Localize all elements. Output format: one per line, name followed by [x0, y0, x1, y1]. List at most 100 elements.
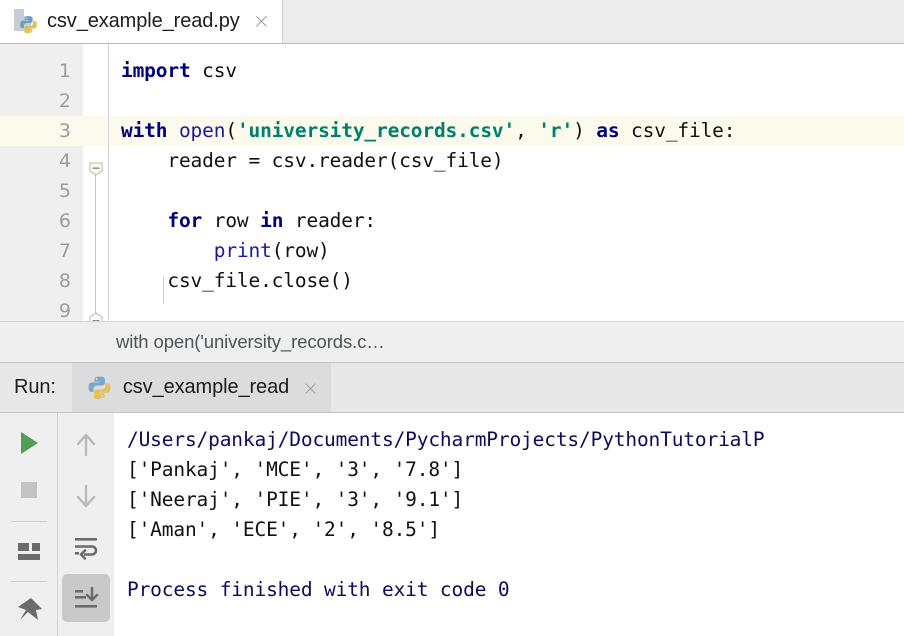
- code-row[interactable]: for row in reader:: [109, 206, 904, 236]
- line-number-gutter: 1 2 3 4 5 6 7 8 9: [0, 44, 83, 321]
- layout-icon: [17, 542, 40, 560]
- code-folding-gutter[interactable]: [83, 44, 109, 321]
- pin-icon: [17, 597, 42, 620]
- code-editor[interactable]: 1 2 3 4 5 6 7 8 9 import csv with open('universit…: [0, 44, 904, 321]
- run-tab-csv-example-read[interactable]: csv_example_read ×: [71, 363, 331, 412]
- editor-tab-strip: csv_example_read.py ×: [0, 0, 904, 44]
- code-line-text: reader = csv.reader(csv_file): [121, 146, 503, 176]
- code-token-pln: (row): [271, 239, 330, 262]
- fold-end-icon[interactable]: [89, 312, 103, 321]
- arrow-up-icon: [76, 433, 96, 457]
- code-line-text: print(row): [121, 236, 330, 266]
- python-icon: [88, 376, 111, 400]
- code-token-pln: csv_file:: [619, 119, 736, 142]
- code-token-fn: print: [213, 239, 272, 262]
- stop-icon: [20, 482, 37, 499]
- line-number: 1: [58, 60, 71, 82]
- code-token-pln: [121, 209, 167, 232]
- editor-tab-close-icon[interactable]: ×: [249, 11, 271, 32]
- console-line: /Users/pankaj/Documents/PycharmProjects/…: [127, 428, 765, 451]
- code-token-pln: reader = csv.reader(csv_file): [121, 149, 504, 172]
- soft-wrap-button[interactable]: [62, 523, 110, 571]
- pycharm-window: csv_example_read.py × 1 2 3 4 5 6 7 8 9 import c…: [0, 0, 904, 636]
- gutter-row[interactable]: 5: [0, 176, 83, 206]
- console-line: ['Pankaj', 'MCE', '3', '7.8']: [127, 458, 464, 481]
- run-tab-strip-empty: [330, 363, 904, 412]
- code-token-kw: for: [167, 209, 203, 232]
- code-token-pln: ,: [515, 119, 539, 142]
- down-button[interactable]: [62, 472, 110, 520]
- code-row[interactable]: [109, 86, 904, 116]
- code-line-text: with open('university_records.csv', 'r')…: [121, 116, 736, 146]
- editor-tab-csv-example-read[interactable]: csv_example_read.py ×: [0, 0, 284, 43]
- gutter-row[interactable]: 1: [0, 56, 83, 86]
- editor-tab-strip-empty: [283, 0, 904, 43]
- soft-wrap-icon: [75, 538, 98, 560]
- code-row[interactable]: print(row): [109, 236, 904, 266]
- run-toolbar-right: [57, 413, 114, 636]
- fold-row: [83, 116, 108, 146]
- gutter-row[interactable]: 8: [0, 266, 83, 296]
- fold-row: [83, 86, 108, 116]
- code-line-text: for row in reader:: [121, 206, 376, 236]
- gutter-row[interactable]: 2: [0, 86, 83, 116]
- console-line: ['Neeraj', 'PIE', '3', '9.1']: [127, 488, 464, 511]
- gutter-row[interactable]: 7: [0, 236, 83, 266]
- gutter-row[interactable]: 6: [0, 206, 83, 236]
- layout-button[interactable]: [5, 528, 53, 572]
- fold-collapse-icon[interactable]: [89, 162, 103, 176]
- line-number: 5: [58, 180, 71, 202]
- up-button[interactable]: [62, 421, 110, 469]
- scroll-to-end-button[interactable]: [62, 574, 110, 622]
- code-row[interactable]: import csv: [109, 56, 904, 86]
- code-token-pln: [121, 239, 214, 262]
- line-number: 2: [58, 90, 71, 112]
- code-row[interactable]: [109, 296, 904, 321]
- stop-button[interactable]: [5, 468, 53, 512]
- code-token-pln: csv: [190, 59, 237, 82]
- code-row[interactable]: with open('university_records.csv', 'r')…: [109, 116, 904, 146]
- run-toolbar-left: [0, 413, 57, 636]
- play-icon: [20, 432, 38, 455]
- code-token-pln: row: [202, 209, 261, 232]
- gutter-row[interactable]: 3: [0, 116, 83, 146]
- toolbar-separator: [10, 520, 47, 522]
- console-line: ['Aman', 'ECE', '2', '8.5']: [127, 518, 440, 541]
- gutter-row[interactable]: 4: [0, 146, 83, 176]
- editor-tab-label: csv_example_read.py: [47, 10, 240, 32]
- code-text-area[interactable]: import csv with open('university_records.…: [109, 44, 904, 321]
- python-file-icon: [14, 9, 38, 34]
- code-token-kw: in: [260, 209, 284, 232]
- console-output[interactable]: /Users/pankaj/Documents/PycharmProjects/…: [114, 413, 904, 636]
- run-tab-close-icon[interactable]: ×: [300, 378, 319, 398]
- run-tab-label: csv_example_read: [122, 376, 290, 398]
- code-row[interactable]: [109, 176, 904, 206]
- fold-region-line: [95, 174, 96, 321]
- line-number: 6: [58, 210, 71, 232]
- line-number: 7: [58, 240, 71, 262]
- run-tool-window-header: Run: csv_example_read ×: [0, 363, 904, 413]
- pin-button[interactable]: [5, 589, 53, 633]
- code-token-pln: ): [573, 119, 597, 142]
- line-number: 4: [58, 150, 71, 172]
- breadcrumb-bar: with open('university_records.c…: [0, 321, 904, 363]
- code-line-text: csv_file.close(): [121, 266, 353, 296]
- line-number: 9: [58, 300, 71, 321]
- console-line: Process finished with exit code 0: [127, 578, 510, 601]
- scroll-to-end-icon: [75, 586, 99, 608]
- gutter-row[interactable]: 9: [0, 296, 83, 321]
- code-row[interactable]: reader = csv.reader(csv_file): [109, 146, 904, 176]
- code-token-pln: [167, 119, 179, 142]
- code-token-str: 'university_records.csv': [236, 119, 516, 142]
- code-token-pln: reader:: [283, 209, 377, 232]
- run-window-label: Run:: [0, 363, 72, 412]
- code-token-str: 'r': [538, 119, 574, 142]
- run-tool-window-body: /Users/pankaj/Documents/PycharmProjects/…: [0, 413, 904, 636]
- breadcrumb[interactable]: with open('university_records.c…: [116, 331, 385, 353]
- toolbar-separator-2: [10, 580, 47, 582]
- indent-guide: [163, 276, 164, 304]
- line-number: 8: [58, 270, 71, 292]
- code-row[interactable]: csv_file.close(): [109, 266, 904, 296]
- rerun-button[interactable]: [5, 421, 53, 465]
